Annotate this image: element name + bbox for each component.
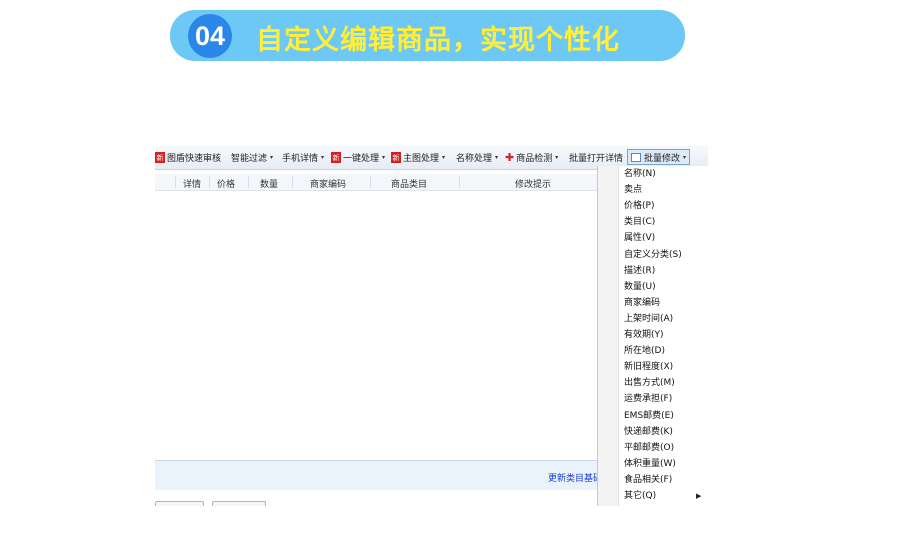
red-cross-icon: ✚ [505, 150, 515, 164]
menu-item[interactable]: 卖点 [624, 183, 642, 197]
title-banner: 04 自定义编辑商品，实现个性化 [170, 10, 685, 61]
menu-item[interactable]: 运费承担(F) [624, 392, 672, 406]
submenu-arrow-icon: ▶ [696, 492, 702, 500]
menu-item[interactable]: 所在地(D) [624, 344, 665, 358]
batch-edit-menu: 名称(N) 卖点价格(P) 类目(C) 属性(V) 自定义分类(S) 描述(R) 数量(U)… [597, 166, 709, 506]
toolbar-item-3[interactable]: 新一键处理 ▾ [331, 151, 385, 164]
column-separator [248, 176, 249, 188]
toolbar-item-label: 批量打开详情 [569, 154, 624, 164]
menu-item[interactable]: 新旧程度(X) [624, 360, 673, 374]
menu-item[interactable]: 快递邮费(K) [624, 425, 673, 439]
toolbar-item-label: 智能过滤 [231, 154, 268, 164]
caret-down-icon: ▾ [683, 153, 687, 161]
toolbar-item-0[interactable]: 新图盾快速审核 [155, 151, 221, 164]
column-header[interactable]: 数量 [260, 177, 278, 190]
caret-down-icon: ▾ [442, 154, 446, 161]
new-icon: 新 [391, 152, 401, 163]
menu-item[interactable]: 名称(N) [624, 167, 656, 181]
menu-item[interactable]: 食品相关(F) [624, 473, 672, 487]
menu-icon-gutter [598, 166, 619, 506]
bottom-button-1[interactable] [155, 501, 204, 506]
menu-item[interactable]: 自定义分类(S) [624, 248, 682, 262]
menu-item[interactable]: 价格(P) [624, 199, 654, 213]
step-number-badge: 04 [188, 14, 232, 58]
column-separator [292, 176, 293, 188]
toolbar-item-6[interactable]: ✚ 商品检测 ▾ [505, 150, 559, 165]
toolbar-item-label: 名称处理 [456, 154, 493, 164]
column-header[interactable]: 详情 [183, 177, 201, 190]
new-icon: 新 [155, 152, 165, 163]
toolbar-item-label: 图盾快速审核 [167, 154, 222, 164]
toolbar-item-label: 手机详情 [282, 154, 319, 164]
caret-down-icon: ▾ [321, 154, 325, 161]
column-header[interactable]: 商家编码 [310, 177, 346, 190]
toolbar-item-4[interactable]: 新主图处理 ▾ [391, 151, 445, 164]
menu-item[interactable]: EMS邮费(E) [624, 409, 674, 423]
menu-item[interactable]: 出售方式(M) [624, 376, 675, 390]
menu-item[interactable]: 平邮邮费(O) [624, 441, 674, 455]
caret-down-icon: ▾ [270, 154, 274, 161]
toolbar-item-2[interactable]: 手机详情 ▾ [282, 151, 324, 164]
toolbar-item-8[interactable]: 批量修改 ▾ [627, 149, 691, 165]
toolbar-item-label: 主图处理 [403, 154, 440, 164]
menu-item[interactable]: 有效期(Y) [624, 328, 664, 342]
column-header[interactable]: 修改提示 [515, 177, 551, 190]
grid-icon [631, 152, 641, 162]
caret-down-icon: ▾ [555, 154, 559, 161]
toolbar-item-label: 一键处理 [343, 154, 380, 164]
column-separator [209, 176, 210, 188]
update-category-link[interactable]: 更新类目基础 [548, 471, 602, 484]
caret-down-icon: ▾ [382, 154, 386, 161]
toolbar-item-1[interactable]: 智能过滤 ▾ [231, 151, 273, 164]
column-header[interactable]: 商品类目 [391, 177, 427, 190]
menu-item[interactable]: 描述(R) [624, 264, 655, 278]
menu-item[interactable]: 体积重量(W) [624, 457, 676, 471]
caret-down-icon: ▾ [495, 154, 499, 161]
column-separator [175, 176, 176, 188]
menu-item[interactable]: 上架时间(A) [624, 312, 673, 326]
menu-item[interactable]: 其它(Q) [624, 489, 656, 503]
toolbar-item-5[interactable]: 名称处理 ▾ [456, 151, 498, 164]
bottom-button-2[interactable] [212, 501, 266, 506]
toolbar-item-7[interactable]: 批量打开详情 [569, 151, 623, 164]
column-separator [459, 176, 460, 188]
column-separator [370, 176, 371, 188]
menu-item[interactable]: 商家编码 [624, 296, 660, 310]
new-icon: 新 [331, 152, 341, 163]
banner-title: 自定义编辑商品，实现个性化 [256, 25, 620, 56]
menu-item[interactable]: 类目(C) [624, 215, 655, 229]
menu-item[interactable]: 属性(V) [624, 231, 655, 245]
toolbar-item-label: 批量修改 [644, 153, 681, 164]
column-header[interactable]: 价格 [217, 177, 235, 190]
menu-item[interactable]: 数量(U) [624, 280, 656, 294]
toolbar-item-label: 商品检测 [516, 154, 553, 164]
